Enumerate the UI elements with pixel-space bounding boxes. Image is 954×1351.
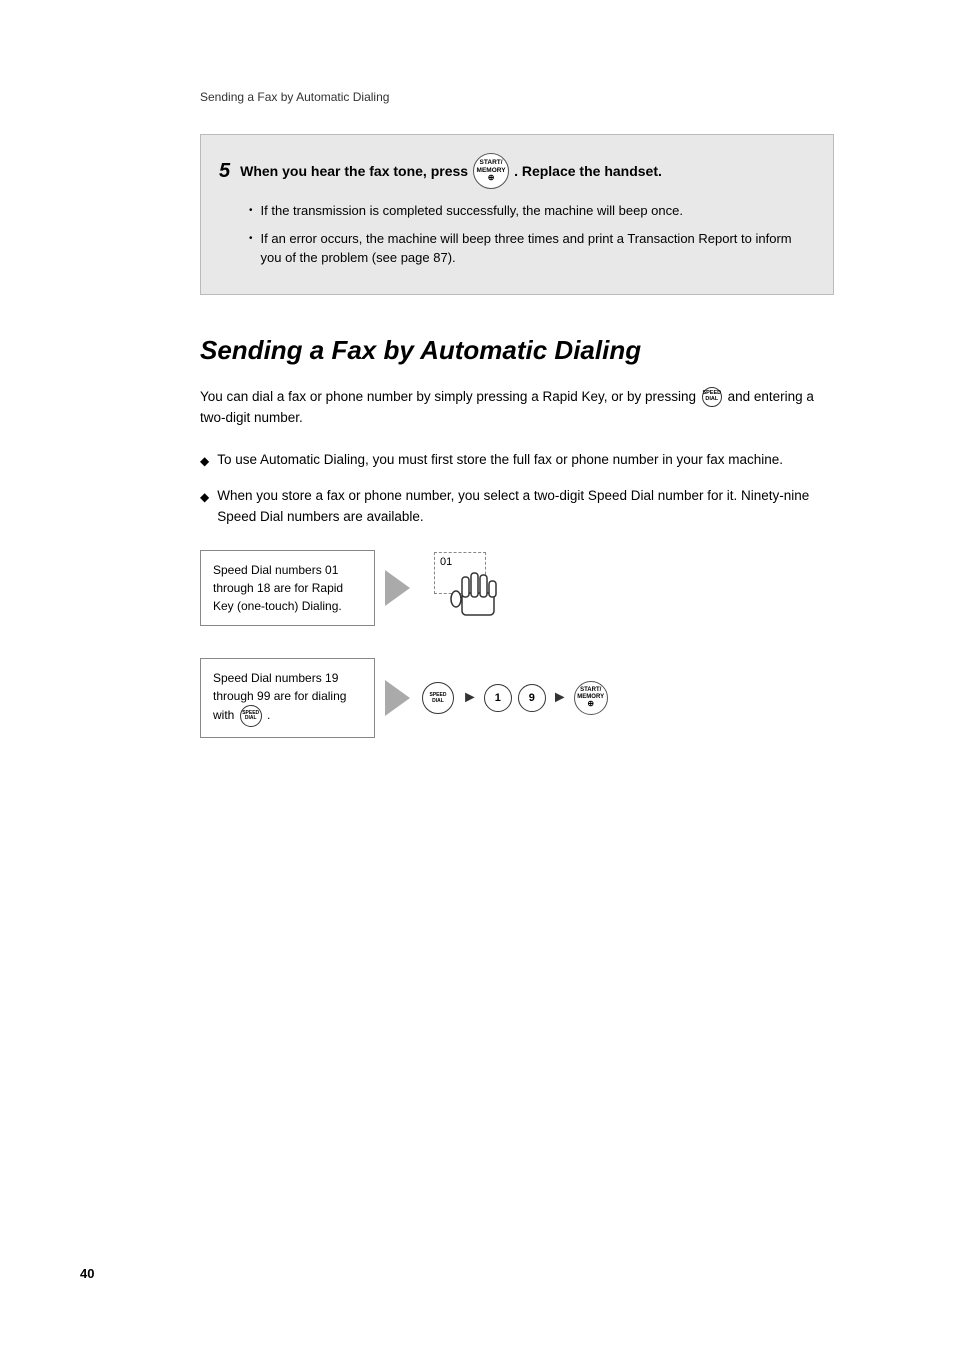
step5-bullets: • If the transmission is completed succe… [249, 201, 811, 268]
diamond-bullet-1-text: To use Automatic Dialing, you must first… [217, 449, 783, 471]
diamond-icon-2: ◆ [200, 488, 209, 507]
step5-header-after: . Replace the handset. [514, 163, 662, 179]
arrow-1 [385, 570, 410, 606]
step5-bullet-2-text: If an error occurs, the machine will bee… [261, 229, 811, 268]
speed-dial-sequence: SPEEDDIAL ► 1 9 ► START [420, 681, 608, 715]
diamond-icon-1: ◆ [200, 452, 209, 471]
seq-arrow-1: ► [462, 689, 478, 707]
diamond-bullet-2-text: When you store a fax or phone number, yo… [217, 485, 834, 528]
diagram-area: Speed Dial numbers 01 through 18 are for… [200, 548, 834, 738]
start-memory-button-inline: START/MEMORY ⊕ [473, 153, 509, 189]
page-number: 40 [80, 1266, 94, 1281]
step5-bullet-1: • If the transmission is completed succe… [249, 201, 811, 221]
callout-text-2-part2: . [267, 708, 270, 722]
callout-text-2-part1: Speed Dial numbers 19 through 99 are for… [213, 671, 346, 722]
intro-before: You can dial a fax or phone number by si… [200, 389, 696, 404]
step5-number: 5 [219, 160, 230, 183]
diamond-bullet-2: ◆ When you store a fax or phone number, … [200, 485, 834, 528]
step5-header-before: When you hear the fax tone, press [240, 163, 468, 179]
seq-btn-1: 1 [484, 684, 512, 712]
page: Sending a Fax by Automatic Dialing 5 Whe… [0, 0, 954, 1351]
seq-btn-1-label: 1 [495, 692, 501, 704]
step5-box: 5 When you hear the fax tone, press STAR… [200, 134, 834, 295]
speed-dial-icon-callout: SPEEDDIAL [240, 705, 262, 727]
callout-box-2: Speed Dial numbers 19 through 99 are for… [200, 658, 375, 738]
hand-pressing-icon [448, 563, 508, 628]
step5-bullet-1-text: If the transmission is completed success… [261, 201, 683, 221]
bullet-dot-2: • [249, 231, 253, 246]
section-title: Sending a Fax by Automatic Dialing [200, 335, 874, 366]
arrow-2 [385, 680, 410, 716]
callout-text-1: Speed Dial numbers 01 through 18 are for… [213, 563, 343, 613]
step5-header: 5 When you hear the fax tone, press STAR… [219, 153, 811, 189]
seq-btn-9-label: 9 [529, 692, 535, 704]
diamond-bullet-1: ◆ To use Automatic Dialing, you must fir… [200, 449, 834, 471]
diagram-row-1: Speed Dial numbers 01 through 18 are for… [200, 548, 834, 628]
speed-dial-icon-intro: SPEEDDIAL [702, 387, 722, 407]
rapid-key-illustration: 01 [430, 548, 520, 628]
seq-arrow-2: ► [552, 689, 568, 707]
intro-text: You can dial a fax or phone number by si… [200, 386, 834, 429]
main-content: You can dial a fax or phone number by si… [200, 386, 834, 739]
step5-bullet-2: • If an error occurs, the machine will b… [249, 229, 811, 268]
breadcrumb: Sending a Fax by Automatic Dialing [200, 90, 874, 104]
speed-dial-circle-seq: SPEEDDIAL [422, 682, 454, 714]
diagram-row-2: Speed Dial numbers 19 through 99 are for… [200, 658, 834, 738]
seq-btn-9: 9 [518, 684, 546, 712]
callout-box-1: Speed Dial numbers 01 through 18 are for… [200, 550, 375, 626]
bullet-dot-1: • [249, 203, 253, 218]
start-memory-seq-btn: START/MEMORY ⊕ [574, 681, 608, 715]
